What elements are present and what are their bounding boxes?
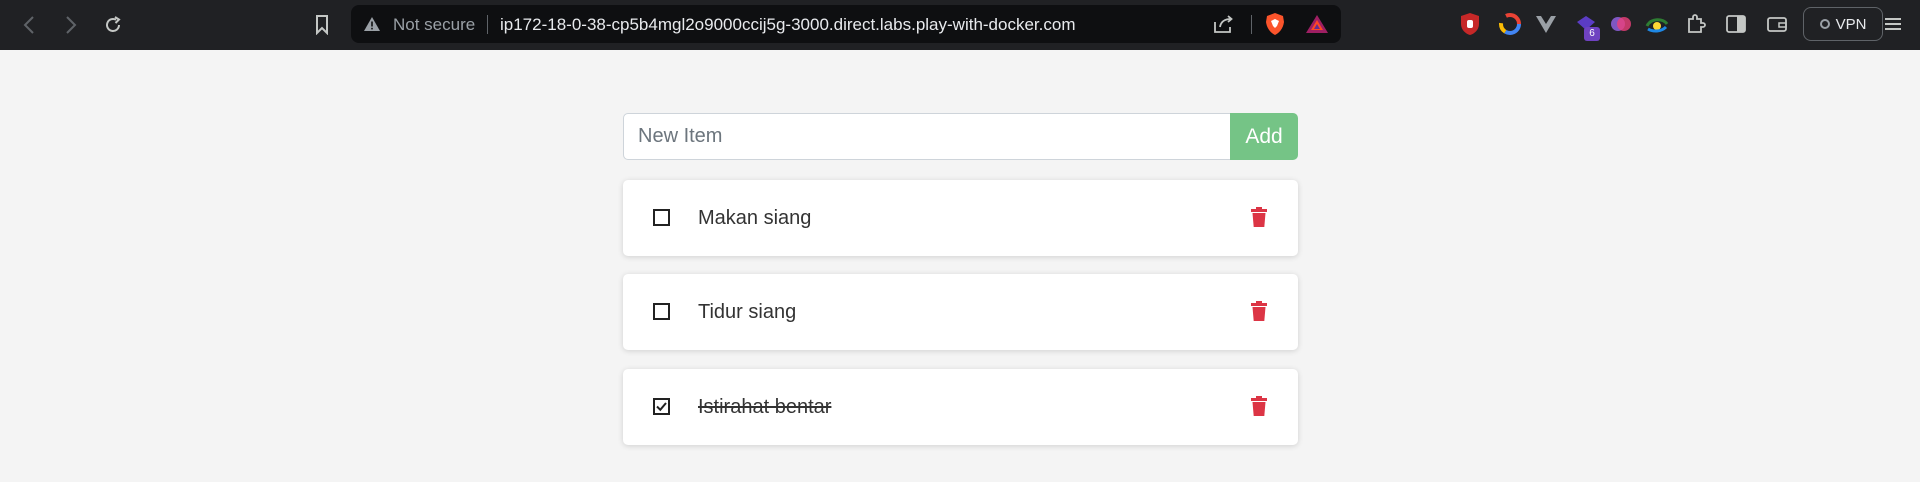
ext-eye-icon[interactable] bbox=[1644, 11, 1670, 37]
todo-item: Tidur siang bbox=[623, 274, 1298, 350]
checkbox-unchecked-icon[interactable] bbox=[653, 303, 670, 320]
vpn-button[interactable]: VPN bbox=[1803, 7, 1883, 41]
todo-app: Add Makan siang Tidur siang Istirahat be… bbox=[623, 113, 1298, 445]
share-icon[interactable] bbox=[1213, 14, 1235, 39]
warning-icon[interactable] bbox=[363, 16, 381, 37]
add-item-form: Add bbox=[623, 113, 1298, 160]
extensions-puzzle-icon[interactable] bbox=[1683, 11, 1709, 37]
menu-icon[interactable] bbox=[1880, 11, 1906, 37]
url-text[interactable]: ip172-18-0-38-cp5b4mgl2o9000ccij5g-3000.… bbox=[500, 15, 1076, 35]
vpn-label: VPN bbox=[1835, 15, 1867, 33]
todo-item: Makan siang bbox=[623, 180, 1298, 256]
forward-icon[interactable] bbox=[58, 12, 84, 38]
back-icon[interactable] bbox=[16, 12, 42, 38]
browser-toolbar: Not secure ip172-18-0-38-cp5b4mgl2o9000c… bbox=[0, 0, 1920, 50]
brave-shield-icon[interactable] bbox=[1264, 12, 1286, 41]
chrome-circle-icon[interactable] bbox=[1497, 11, 1523, 37]
trash-icon[interactable] bbox=[1251, 207, 1267, 232]
checkbox-checked-icon[interactable] bbox=[653, 398, 670, 415]
address-divider bbox=[487, 15, 488, 34]
bookmark-icon[interactable] bbox=[309, 12, 335, 38]
address-divider bbox=[1251, 15, 1252, 34]
bat-rewards-icon[interactable] bbox=[1305, 14, 1329, 39]
ublock-icon[interactable] bbox=[1457, 11, 1483, 37]
vpn-status-icon bbox=[1819, 19, 1830, 29]
todo-item: Istirahat bentar bbox=[623, 369, 1298, 445]
add-button[interactable]: Add bbox=[1230, 113, 1298, 160]
ext-brain-icon[interactable] bbox=[1608, 11, 1634, 37]
checkbox-unchecked-icon[interactable] bbox=[653, 209, 670, 226]
security-label[interactable]: Not secure bbox=[393, 15, 475, 35]
new-item-input[interactable] bbox=[623, 113, 1231, 160]
sidebar-icon[interactable] bbox=[1723, 11, 1749, 37]
trash-icon[interactable] bbox=[1251, 396, 1267, 421]
reload-icon[interactable] bbox=[100, 12, 126, 38]
item-name: Tidur siang bbox=[698, 301, 797, 323]
vue-devtools-icon[interactable] bbox=[1533, 11, 1559, 37]
wallet-icon[interactable] bbox=[1764, 11, 1790, 37]
item-name: Makan siang bbox=[698, 207, 812, 229]
trash-icon[interactable] bbox=[1251, 301, 1267, 326]
extension-badge: 6 bbox=[1584, 27, 1600, 41]
item-name: Istirahat bentar bbox=[698, 396, 832, 418]
address-bar[interactable]: Not secure ip172-18-0-38-cp5b4mgl2o9000c… bbox=[351, 5, 1341, 43]
